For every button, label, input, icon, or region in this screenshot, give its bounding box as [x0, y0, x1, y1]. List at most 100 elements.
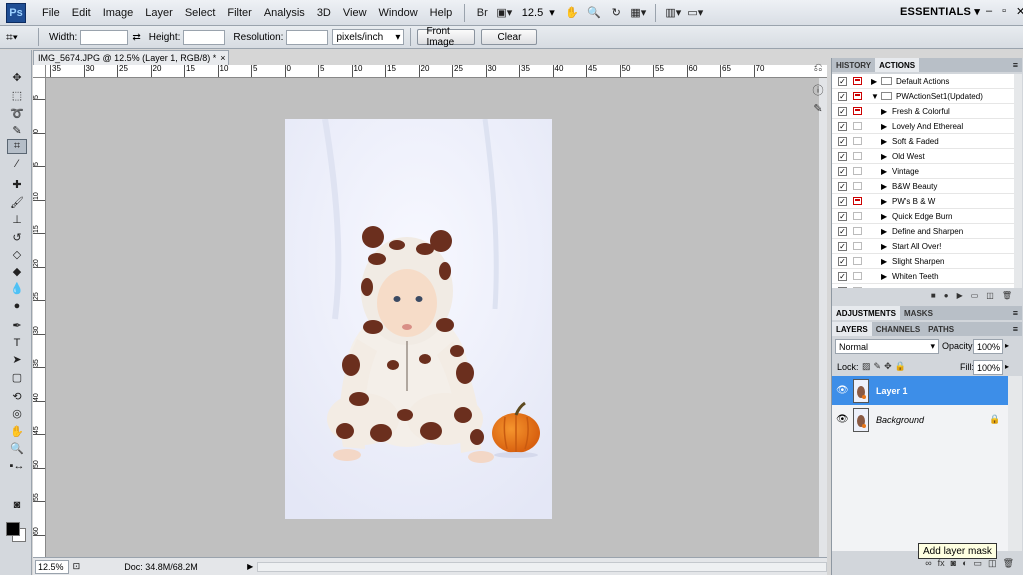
dialog-toggle-icon[interactable] [853, 212, 862, 220]
ruler-grid-icon[interactable]: ▦▾ [627, 4, 649, 22]
dialog-toggle-icon[interactable] [853, 242, 862, 250]
action-row[interactable]: ✓ ▶ Vintage [832, 164, 1014, 179]
action-toggle-checkbox[interactable]: ✓ [838, 256, 847, 266]
tab-channels[interactable]: CHANNELS [872, 322, 924, 336]
eyedropper-tool-icon[interactable]: ⁄ [7, 156, 27, 171]
action-row[interactable]: ✓ ▶ Quick Edge Burn [832, 209, 1014, 224]
action-toggle-checkbox[interactable]: ✓ [838, 91, 847, 101]
expand-triangle-right-icon[interactable]: ▶ [881, 197, 887, 206]
expand-triangle-right-icon[interactable]: ▶ [881, 122, 887, 131]
crop-tool-icon[interactable]: ⌗ [7, 139, 27, 154]
close-icon[interactable]: ✕ [1016, 5, 1023, 18]
menu-view[interactable]: View [337, 7, 373, 19]
front-image-button[interactable]: Front Image [417, 26, 476, 48]
delete-layer-icon[interactable]: 🗑 [1003, 558, 1014, 569]
expand-triangle-right-icon[interactable]: ▶ [881, 227, 887, 236]
opacity-field[interactable]: 100% [973, 339, 1003, 354]
actions-scrollbar[interactable] [1014, 74, 1022, 288]
expand-triangle-right-icon[interactable]: ▶ [881, 167, 887, 176]
fill-slider-arrow-icon[interactable]: ▸ [1005, 362, 1009, 371]
tab-actions[interactable]: ACTIONS [875, 58, 920, 72]
opacity-slider-arrow-icon[interactable]: ▸ [1005, 341, 1009, 350]
healing-brush-tool-icon[interactable]: ✚ [7, 177, 27, 192]
paint-bucket-tool-icon[interactable]: ◆ [7, 264, 27, 279]
shape-tool-icon[interactable]: ▢ [7, 370, 27, 385]
new-layer-icon[interactable]: ◫ [988, 558, 997, 569]
rotate-view-icon[interactable]: ↻ [605, 4, 627, 22]
quick-selection-tool-icon[interactable]: ✎ [7, 123, 27, 138]
marquee-tool-icon[interactable]: ⬚ [7, 88, 27, 103]
play-icon[interactable]: ▶ [957, 291, 963, 300]
dialog-toggle-icon[interactable] [853, 227, 862, 235]
menu-image[interactable]: Image [97, 7, 140, 19]
swap-dimensions-icon[interactable]: ⇄ [132, 32, 140, 43]
menu-select[interactable]: Select [179, 7, 222, 19]
action-toggle-checkbox[interactable]: ✓ [838, 106, 847, 116]
default-colors-icon[interactable]: ▪↔ [7, 458, 27, 473]
workspace-switcher[interactable]: ESSENTIALS ▾ [900, 5, 980, 18]
zoom-tool-icon[interactable]: 🔍 [7, 441, 27, 456]
eraser-tool-icon[interactable]: ◇ [7, 247, 27, 262]
type-tool-icon[interactable]: T [7, 335, 27, 350]
zoom-level-select[interactable]: 12.5 ▾ [515, 4, 561, 22]
action-toggle-checkbox[interactable]: ✓ [838, 241, 847, 251]
pen-tool-icon[interactable]: ✒ [7, 318, 27, 333]
expand-triangle-right-icon[interactable]: ▶ [881, 257, 887, 266]
expand-triangle-right-icon[interactable]: ▶ [871, 77, 877, 86]
screen-mode-icon[interactable]: ▭▾ [684, 4, 706, 22]
history-brush-tool-icon[interactable]: ↺ [7, 230, 27, 245]
width-field[interactable] [80, 29, 129, 45]
dialog-toggle-icon[interactable] [853, 107, 862, 115]
height-field[interactable] [183, 29, 226, 45]
canvas-horizontal-scrollbar[interactable] [257, 561, 827, 572]
zoom-tool-icon[interactable]: 🔍 [583, 4, 605, 22]
bridge-icon[interactable]: Br [471, 4, 493, 22]
dialog-toggle-icon[interactable] [853, 197, 862, 205]
dialog-toggle-icon[interactable] [853, 257, 862, 265]
view-extras-icon[interactable]: ▣▾ [493, 4, 515, 22]
resolution-units-select[interactable]: pixels/inch ▾ [332, 29, 405, 45]
canvas-vertical-scrollbar[interactable] [819, 78, 827, 557]
dialog-toggle-icon[interactable] [853, 272, 862, 280]
action-row[interactable]: ✓ ▼ PWActionSet1(Updated) [832, 89, 1014, 104]
tab-adjustments[interactable]: ADJUSTMENTS [832, 306, 901, 320]
action-row[interactable]: ✓ ▶ Old West [832, 149, 1014, 164]
status-zoom-field[interactable]: 12.5% [35, 559, 69, 574]
menu-analysis[interactable]: Analysis [258, 7, 311, 19]
menu-3d[interactable]: 3D [311, 7, 337, 19]
brush-tool-icon[interactable]: 🖌 [7, 195, 27, 210]
layer-row-background[interactable]: 👁 Background 🔒 [832, 405, 1008, 434]
panel-menu-icon[interactable]: ≡ [1013, 324, 1018, 334]
action-row[interactable]: ✓ ▶ Lovely And Ethereal [832, 119, 1014, 134]
status-info-icon[interactable]: ⊡ [73, 561, 81, 572]
arrange-documents-icon[interactable]: ▥▾ [662, 4, 684, 22]
tab-layers[interactable]: LAYERS [832, 322, 872, 336]
expand-triangle-right-icon[interactable]: ▶ [881, 107, 887, 116]
hand-tool-icon[interactable]: ✋ [561, 4, 583, 22]
visibility-eye-icon[interactable]: 👁 [836, 385, 849, 396]
action-row[interactable]: ✓ ▶ Whiten Teeth [832, 269, 1014, 284]
layer-row-layer-1[interactable]: 👁 Layer 1 [832, 376, 1008, 405]
lock-transparency-icon[interactable]: ▨ [862, 361, 874, 371]
add-layer-mask-icon[interactable]: ◙ [951, 558, 956, 568]
expand-triangle-right-icon[interactable]: ▶ [881, 182, 887, 191]
action-row[interactable]: ✓ ▶ Soft & Faded [832, 134, 1014, 149]
tab-masks[interactable]: MASKS [900, 306, 937, 320]
stop-recording-icon[interactable]: ■ [931, 291, 936, 300]
close-document-icon[interactable]: × [220, 53, 225, 63]
menu-filter[interactable]: Filter [221, 7, 257, 19]
menu-help[interactable]: Help [424, 7, 459, 19]
dialog-toggle-icon[interactable] [853, 122, 862, 130]
menu-layer[interactable]: Layer [139, 7, 179, 19]
expand-triangle-right-icon[interactable]: ▶ [881, 137, 887, 146]
dialog-toggle-icon[interactable] [853, 167, 862, 175]
adjustment-layer-icon[interactable]: ◐ [962, 558, 967, 568]
clear-button[interactable]: Clear [481, 29, 538, 45]
ruler-origin[interactable] [33, 65, 46, 78]
crop-tool-preset-icon[interactable]: ⌗▾ [6, 30, 32, 45]
action-toggle-checkbox[interactable]: ✓ [838, 121, 847, 131]
horizontal-ruler[interactable]: 35 30 25 20 15 10 5 0 5 10 15 20 25 30 35 40 45 50 55 60 65 7… [46, 65, 827, 78]
action-row[interactable]: ✓ ▶ B&W Beauty [832, 179, 1014, 194]
action-toggle-checkbox[interactable]: ✓ [838, 196, 847, 206]
tab-history[interactable]: HISTORY [832, 58, 875, 72]
